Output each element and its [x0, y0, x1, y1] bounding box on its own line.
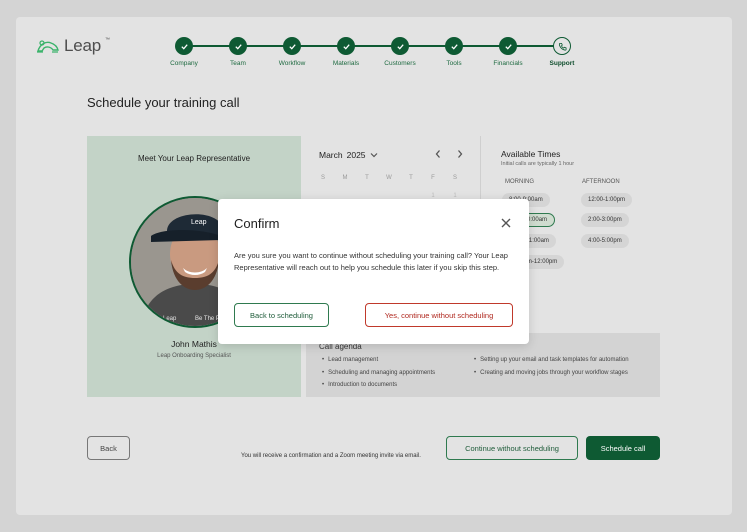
check-icon: [283, 37, 301, 55]
agenda-item: Setting up your email and task templates…: [474, 357, 628, 363]
month-label: March: [319, 150, 343, 160]
check-icon: [499, 37, 517, 55]
step-team[interactable]: Team: [208, 37, 268, 67]
rep-heading: Meet Your Leap Representative: [137, 154, 251, 163]
time-slot[interactable]: 4:00-5:00pm: [581, 234, 629, 248]
times-subtitle: Initial calls are typically 1 hour: [501, 161, 575, 167]
step-customers[interactable]: Customers: [370, 37, 430, 67]
shirt-text-1: Leap: [163, 316, 177, 322]
modal-body: Are you sure you want to continue withou…: [234, 251, 508, 272]
step-label: Materials: [332, 60, 360, 67]
step-financials[interactable]: Financials: [478, 37, 538, 67]
continue-without-scheduling-button[interactable]: Continue without scheduling: [446, 436, 578, 460]
step-support[interactable]: Support: [532, 37, 592, 67]
cap-logo-text: Leap: [191, 219, 207, 226]
time-slot[interactable]: 12:00-1:00pm: [581, 193, 633, 207]
logo-trademark: ™: [105, 37, 111, 43]
weekday-label: M: [342, 175, 348, 181]
close-icon[interactable]: [499, 216, 513, 230]
check-icon: [337, 37, 355, 55]
step-company[interactable]: Company: [154, 37, 214, 67]
check-icon: [391, 37, 409, 55]
step-label: Company: [170, 60, 198, 67]
step-label: Workflow: [278, 60, 306, 67]
modal-title: Confirm: [234, 216, 280, 231]
step-label: Team: [230, 60, 246, 67]
time-slot[interactable]: 2:00-3:00pm: [581, 213, 629, 227]
check-icon: [229, 37, 247, 55]
year-label: 2025: [346, 150, 366, 160]
weekday-label: S: [452, 175, 457, 181]
shirt-text-2: Be The P: [195, 316, 220, 322]
agenda-item: Introduction to documents: [322, 382, 397, 388]
confirm-continue-button[interactable]: Yes, continue without scheduling: [365, 303, 513, 327]
step-label: Financials: [493, 60, 523, 67]
times-title: Available Times: [501, 149, 561, 159]
page-title: Schedule your training call: [87, 95, 240, 110]
back-button[interactable]: Back: [87, 436, 130, 460]
phone-icon: [553, 37, 571, 55]
weekday-label: S: [320, 175, 325, 181]
chevron-right-icon[interactable]: [456, 149, 464, 162]
weekday-label: T: [365, 175, 369, 181]
weekday-label: T: [409, 175, 413, 181]
step-tools[interactable]: Tools: [424, 37, 484, 67]
chevron-down-icon: [370, 153, 377, 158]
agenda-item: Lead management: [322, 357, 378, 363]
step-label: Tools: [446, 60, 462, 67]
step-label: Support: [549, 60, 575, 67]
step-materials[interactable]: Materials: [316, 37, 376, 67]
agenda-item: Scheduling and managing appointments: [322, 370, 435, 376]
month-selector[interactable]: March 2025: [319, 150, 378, 160]
agenda-item: Creating and moving jobs through your wo…: [474, 370, 628, 376]
weekday-label: F: [431, 175, 435, 181]
step-label: Customers: [384, 60, 416, 67]
frog-logo-icon: [37, 40, 59, 53]
back-to-scheduling-button[interactable]: Back to scheduling: [234, 303, 329, 327]
afternoon-heading: AFTERNOON: [582, 179, 620, 185]
schedule-call-button[interactable]: Schedule call: [586, 436, 660, 460]
check-icon: [175, 37, 193, 55]
step-workflow[interactable]: Workflow: [262, 37, 322, 67]
check-icon: [445, 37, 463, 55]
logo-wordmark: Leap: [64, 36, 102, 55]
weekday-label: W: [386, 175, 392, 181]
confirmation-note: You will receive a confirmation and a Zo…: [241, 453, 421, 459]
morning-heading: MORNING: [505, 179, 534, 185]
leap-logo: Leap ™: [36, 36, 110, 56]
chevron-left-icon[interactable]: [434, 149, 442, 162]
rep-role: Leap Onboarding Specialist: [157, 353, 231, 359]
